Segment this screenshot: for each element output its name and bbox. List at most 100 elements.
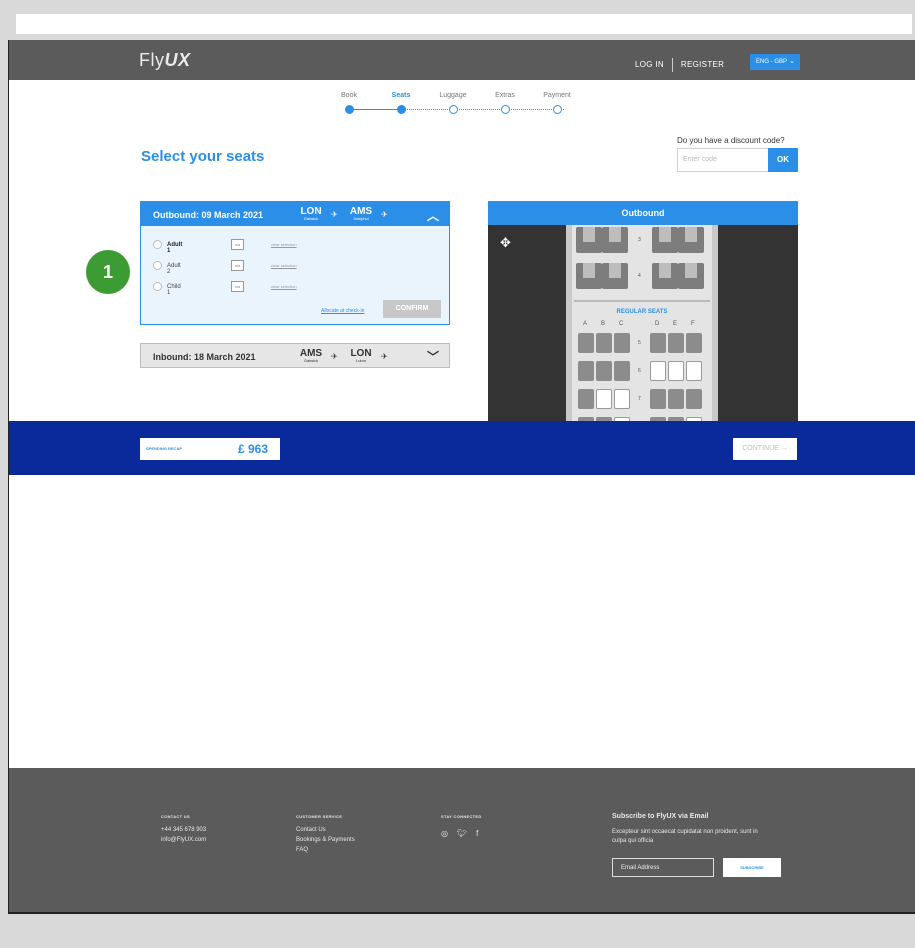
address-bar[interactable]: [16, 14, 912, 34]
seat[interactable]: [578, 361, 594, 381]
column-letter: C: [619, 321, 624, 327]
business-seat[interactable]: [652, 227, 678, 253]
origin-code: AMS Gatwick: [299, 348, 323, 363]
continue-button[interactable]: CONTINUE →: [733, 438, 797, 460]
available-seat[interactable]: [614, 389, 630, 409]
seat[interactable]: [650, 333, 666, 353]
available-seat[interactable]: [596, 389, 612, 409]
step-dot: [345, 105, 354, 114]
destination-code: AMS Schiphol: [349, 206, 373, 221]
available-seat[interactable]: [686, 361, 702, 381]
language-value: ENG - GBP: [756, 59, 788, 65]
site-footer: CONTACT US +44 345 678 903 info@FlyUX.co…: [9, 768, 915, 912]
seat[interactable]: [578, 389, 594, 409]
subscribe-title: Subscribe to FlyUX via Email: [612, 813, 709, 820]
discount-code-input[interactable]: Enter code: [677, 148, 769, 172]
total-amount: £ 963: [238, 442, 269, 456]
chevron-down-icon[interactable]: ﹀: [427, 348, 439, 365]
seat-map: Outbound ✥ 3 4 REGULAR SEATS A B C D E F: [488, 201, 798, 425]
step-number-badge: 1: [86, 250, 130, 294]
seat[interactable]: [668, 389, 684, 409]
contact-us-link[interactable]: Contact Us: [296, 827, 326, 833]
twitter-icon[interactable]: 🐦︎: [457, 829, 467, 838]
available-seat[interactable]: [668, 361, 684, 381]
social-links: ◎ 🐦︎ f: [441, 829, 487, 838]
login-link[interactable]: LOG IN: [635, 60, 664, 69]
column-letter: E: [673, 321, 678, 327]
instagram-icon[interactable]: ◎: [441, 829, 448, 838]
inbound-header[interactable]: Inbound: 18 March 2021 AMS Gatwick ✈ LON L…: [140, 343, 450, 368]
row-number: 7: [638, 396, 641, 402]
seat[interactable]: [686, 333, 702, 353]
move-icon[interactable]: ✥: [500, 235, 511, 251]
confirm-button[interactable]: CONFIRM: [383, 300, 441, 318]
step-seats[interactable]: Seats: [381, 92, 421, 114]
clear-selection-link[interactable]: clear selection: [271, 263, 297, 268]
business-seat[interactable]: [678, 227, 704, 253]
link-separator: [671, 58, 673, 72]
passenger-name: Child 1: [167, 284, 181, 296]
step-dot: [501, 105, 510, 114]
discount-ok-button[interactable]: OK: [768, 148, 798, 172]
step-dot: [397, 105, 406, 114]
register-link[interactable]: REGISTER: [681, 60, 724, 69]
available-seat[interactable]: [650, 361, 666, 381]
step-dot: [553, 105, 562, 114]
seat[interactable]: [596, 361, 612, 381]
bookings-payments-link[interactable]: Bookings & Payments: [296, 837, 355, 843]
step-book[interactable]: Book: [329, 92, 369, 114]
passenger-name: Adult 2: [167, 263, 181, 275]
seat[interactable]: [596, 333, 612, 353]
subscribe-button[interactable]: SUBSCRIBE: [723, 858, 781, 877]
column-letter: D: [655, 321, 660, 327]
flyux-logo[interactable]: FlyUX: [139, 50, 191, 71]
passenger-radio[interactable]: [153, 240, 162, 249]
customer-service-heading: CUSTOMER SERVICE: [296, 814, 343, 819]
contact-email[interactable]: info@FlyUX.com: [161, 837, 206, 843]
language-select[interactable]: ENG - GBP ⌄: [750, 54, 800, 70]
seat[interactable]: [578, 333, 594, 353]
business-seat[interactable]: [602, 263, 628, 289]
faq-link[interactable]: FAQ: [296, 847, 308, 853]
chevron-up-icon[interactable]: ︿: [427, 207, 439, 224]
step-dot: [449, 105, 458, 114]
business-seat[interactable]: [678, 263, 704, 289]
progress-line-todo: [399, 109, 564, 110]
regular-seats-label: REGULAR SEATS: [616, 309, 668, 315]
business-seat[interactable]: [602, 227, 628, 253]
cabin: 3 4 REGULAR SEATS A B C D E F 5 6 7: [566, 225, 718, 425]
passenger-radio[interactable]: [153, 261, 162, 270]
step-extras[interactable]: Extras: [485, 92, 525, 114]
inbound-title: Inbound: 18 March 2021: [153, 352, 256, 362]
seat[interactable]: [614, 333, 630, 353]
takeoff-icon: ✈: [331, 352, 338, 361]
email-input[interactable]: Email Address: [612, 858, 714, 877]
spending-recap-bar: SPENDING RECAP £ 963 CONTINUE →: [9, 421, 915, 475]
passenger-radio[interactable]: [153, 282, 162, 291]
spending-recap[interactable]: SPENDING RECAP £ 963: [140, 438, 280, 460]
seat[interactable]: [686, 389, 702, 409]
browser-bar: [0, 0, 915, 40]
outbound-header[interactable]: Outbound: 09 March 2021 LON Gatwick ✈ AMS…: [141, 202, 449, 226]
step-payment[interactable]: Payment: [537, 92, 577, 114]
seat[interactable]: [668, 333, 684, 353]
section-divider: [574, 300, 710, 302]
seat[interactable]: [650, 389, 666, 409]
row-number: 4: [638, 273, 641, 279]
booking-progress: Book Seats Luggage Extras Payment: [329, 92, 589, 116]
seat[interactable]: [614, 361, 630, 381]
destination-code: LON Luton: [350, 348, 372, 363]
seat-box: n/a: [231, 239, 244, 250]
spending-recap-label: SPENDING RECAP: [146, 446, 183, 451]
clear-selection-link[interactable]: clear selection: [271, 284, 297, 289]
business-seat[interactable]: [576, 227, 602, 253]
clear-selection-link[interactable]: clear selection: [271, 242, 297, 247]
seat-box: n/a: [231, 281, 244, 292]
allocate-at-checkin-link[interactable]: Allocate at check-in: [321, 308, 364, 314]
facebook-icon[interactable]: f: [476, 829, 478, 838]
business-seat[interactable]: [576, 263, 602, 289]
stay-connected-heading: STAY CONNECTED: [441, 814, 482, 819]
step-luggage[interactable]: Luggage: [433, 92, 473, 114]
business-seat[interactable]: [652, 263, 678, 289]
discount-label: Do you have a discount code?: [677, 136, 785, 145]
